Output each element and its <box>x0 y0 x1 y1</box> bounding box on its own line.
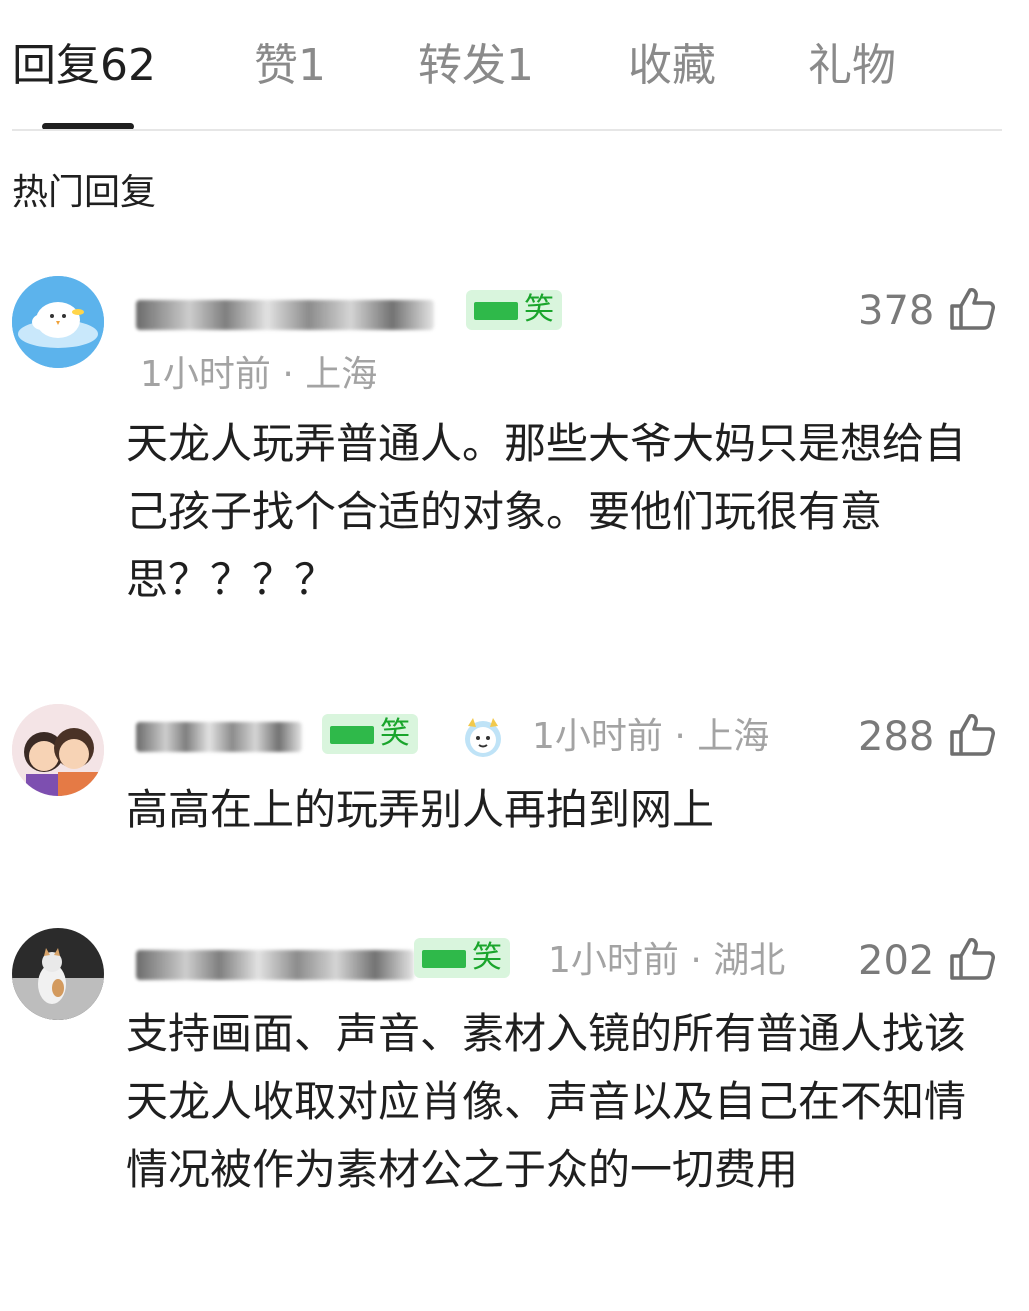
tab-divider <box>12 129 1002 131</box>
tab-likes[interactable]: 赞1 <box>254 36 326 96</box>
avatar[interactable] <box>12 704 104 796</box>
fan-badge-label: 笑 <box>524 292 554 327</box>
like-count: 202 <box>858 938 935 984</box>
thumb-up-icon[interactable] <box>948 934 996 982</box>
comment-meta: 1小时前 · 上海 <box>532 716 770 757</box>
comment-text: 天龙人玩弄普通人。那些大爷大妈只是想给自己孩子找个合适的对象。要他们玩很有意思？… <box>126 419 967 604</box>
cat-photo-avatar <box>12 928 104 1020</box>
comment-meta: 1小时前 · 湖北 <box>548 940 786 981</box>
like-count: 378 <box>858 288 935 334</box>
username-blurred[interactable] <box>136 950 414 980</box>
comment-text: 高高在上的玩弄别人再拍到网上 <box>126 785 715 834</box>
fan-badge: 笑 <box>466 290 562 330</box>
thumb-up-icon[interactable] <box>948 284 996 332</box>
fan-badge: 笑 <box>322 714 418 754</box>
fan-badge-label: 笑 <box>380 716 410 751</box>
username-blurred[interactable] <box>136 722 302 752</box>
thumb-up-icon[interactable] <box>948 710 996 758</box>
two-people-avatar <box>12 704 104 796</box>
comment-meta: 1小时前 · 上海 <box>140 354 378 395</box>
cat-sticker-icon <box>465 718 501 757</box>
avatar[interactable] <box>12 928 104 1020</box>
tab-favorites[interactable]: 收藏 <box>628 36 716 96</box>
username-blurred[interactable] <box>136 300 434 330</box>
comment-text: 支持画面、声音、素材入镜的所有普通人找该天龙人收取对应肖像、声音以及自己在不知情… <box>126 1009 967 1194</box>
cartoon-bird-avatar <box>12 276 104 368</box>
tab-replies[interactable]: 回复62 <box>12 36 156 96</box>
tab-reposts[interactable]: 转发1 <box>418 36 534 96</box>
avatar[interactable] <box>12 276 104 368</box>
tab-bar: 回复62 赞1 转发1 收藏 礼物 <box>0 0 1029 131</box>
tab-gifts[interactable]: 礼物 <box>808 36 896 96</box>
fan-badge: 笑 <box>414 938 510 978</box>
fan-badge-label: 笑 <box>472 940 502 975</box>
section-title: 热门回复 <box>12 172 157 213</box>
like-count: 288 <box>858 714 935 760</box>
